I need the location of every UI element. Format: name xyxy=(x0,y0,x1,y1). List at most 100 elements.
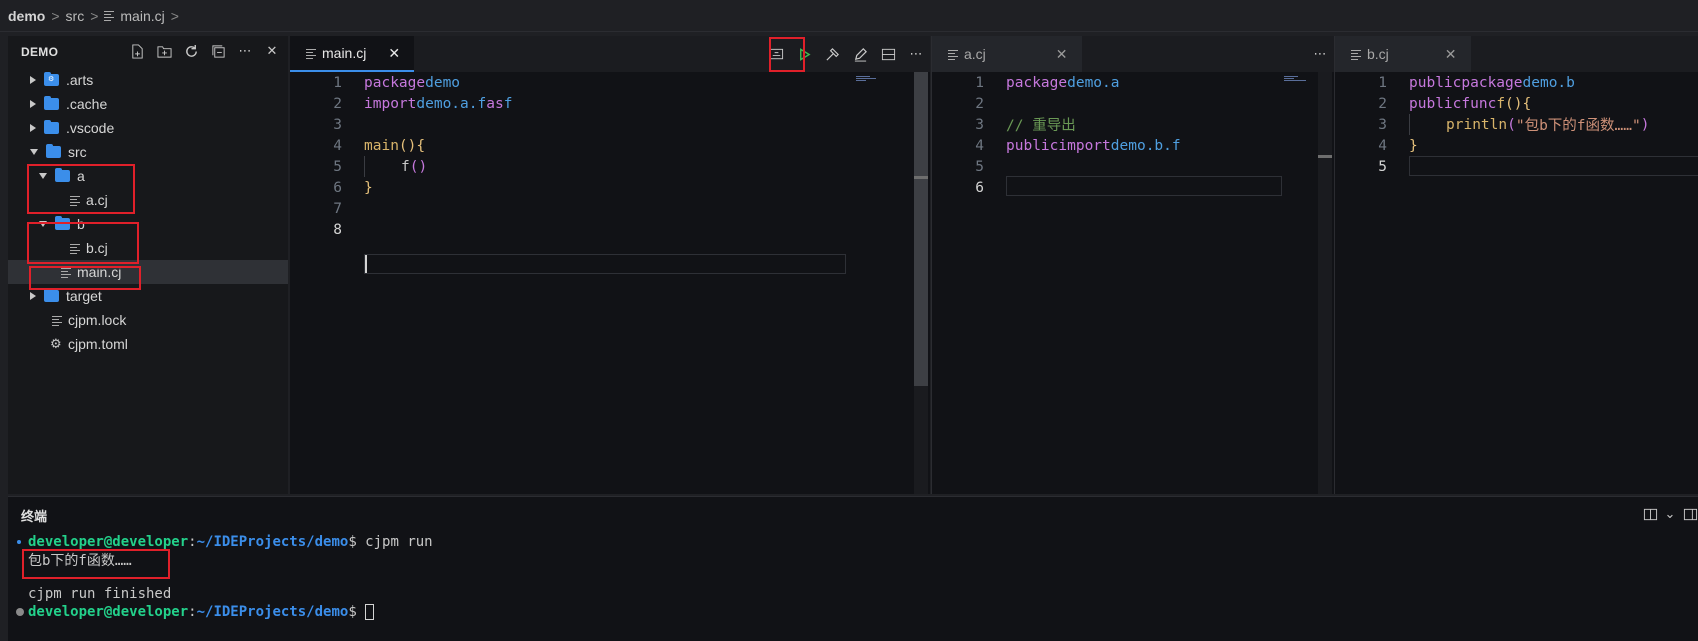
code-line[interactable]: 4 public import demo.b.f xyxy=(932,135,1180,156)
tree-item-label: b xyxy=(77,216,85,232)
tree-item-label: b.cj xyxy=(86,240,108,256)
code-line[interactable]: 5 xyxy=(932,156,1181,177)
file-icon xyxy=(1351,48,1361,60)
folder-icon xyxy=(44,288,59,302)
file-icon xyxy=(104,10,115,21)
file-icon xyxy=(52,314,62,326)
chevron-right-icon xyxy=(30,76,36,84)
code-line[interactable]: 2 import demo.a.f as f xyxy=(290,93,512,114)
chevron-right-icon: > xyxy=(51,7,60,24)
breadcrumb-file[interactable]: main.cj xyxy=(120,8,164,24)
more-icon[interactable]: ⋯ xyxy=(908,46,924,62)
tab-label: a.cj xyxy=(964,46,986,62)
layout-icon[interactable] xyxy=(1682,506,1698,522)
status-dot-icon xyxy=(16,608,24,616)
breadcrumb: demo > src > main.cj > xyxy=(0,0,1698,32)
tree-item-src[interactable]: src xyxy=(8,140,288,164)
collapse-all-icon[interactable] xyxy=(210,43,226,59)
folder-open-icon xyxy=(55,216,70,230)
code-line[interactable]: 4 main() { xyxy=(290,135,512,156)
tree-item-label: main.cj xyxy=(77,264,122,280)
tree-item-label: src xyxy=(68,144,87,160)
minimap[interactable] xyxy=(1284,76,1308,86)
file-icon xyxy=(70,194,80,206)
close-icon[interactable]: ✕ xyxy=(1056,46,1068,63)
explorer-panel: DEMO ⋯ ✕ ⚙ .arts .cache .vscode src a a.… xyxy=(8,36,288,494)
refresh-icon[interactable] xyxy=(183,43,199,59)
code-line[interactable]: 5 f() xyxy=(290,156,512,177)
code-line[interactable]: 8 xyxy=(290,219,512,240)
tab-main-cj[interactable]: main.cj ✕ xyxy=(290,36,415,72)
code-line[interactable]: 3// 重导出 xyxy=(932,114,1181,135)
tree-item-cjpm-lock[interactable]: cjpm.lock xyxy=(8,308,288,332)
close-icon[interactable]: ✕ xyxy=(264,43,280,59)
tree-item-arts[interactable]: ⚙ .arts xyxy=(8,68,288,92)
terminal-line: cjpm run finished xyxy=(28,586,172,602)
folder-icon: ⚙ xyxy=(44,72,59,86)
tree-item-b-cj[interactable]: b.cj xyxy=(8,236,288,260)
file-icon xyxy=(306,47,316,59)
editor-group-b: b.cj ✕ 1 public package demo.b 2 public fu… xyxy=(1334,36,1698,494)
tab-a-cj[interactable]: a.cj ✕ xyxy=(932,36,1082,72)
tree-item-label: .cache xyxy=(66,96,108,112)
tree-item-label: .vscode xyxy=(66,120,115,136)
code-line[interactable]: 2 xyxy=(932,93,1181,114)
code-line[interactable]: 3 println("包b下的f函数……") xyxy=(1335,114,1649,135)
edit-icon[interactable] xyxy=(852,46,868,62)
chevron-right-icon xyxy=(30,292,36,300)
terminal-title[interactable]: 终端 xyxy=(8,497,1698,533)
code-line[interactable]: 2 public func f() { xyxy=(1335,93,1649,114)
chevron-right-icon xyxy=(30,124,36,132)
more-icon[interactable]: ⋯ xyxy=(1312,46,1328,62)
scrollbar[interactable] xyxy=(1318,72,1332,494)
tree-item-target[interactable]: target xyxy=(8,284,288,308)
code-line[interactable]: 7 xyxy=(290,198,512,219)
code-line[interactable]: 1 package demo xyxy=(290,72,512,93)
terminal-line: developer@developer: ~/IDEProjects/demo $ … xyxy=(8,533,1698,551)
code-line[interactable]: 5 xyxy=(1335,156,1649,177)
code-line[interactable]: 4} xyxy=(1335,135,1649,156)
new-folder-icon[interactable] xyxy=(156,43,172,59)
code-line[interactable]: 3 xyxy=(290,114,512,135)
breadcrumb-root[interactable]: demo xyxy=(8,8,45,24)
folder-icon xyxy=(44,120,59,134)
tab-label: main.cj xyxy=(322,45,367,61)
build-icon[interactable] xyxy=(824,46,840,62)
more-icon[interactable]: ⋯ xyxy=(237,43,253,59)
chevron-down-icon xyxy=(39,221,47,227)
code-line[interactable]: 1 public package demo.b xyxy=(1335,72,1649,93)
tree-item-cjpm-toml[interactable]: ⚙ cjpm.toml xyxy=(8,332,288,356)
run-icon[interactable] xyxy=(796,46,812,62)
chevron-right-icon: > xyxy=(90,7,99,24)
open-preview-icon[interactable] xyxy=(768,46,784,62)
tree-item-vscode[interactable]: .vscode xyxy=(8,116,288,140)
tree-item-cache[interactable]: .cache xyxy=(8,92,288,116)
tree-item-main-cj[interactable]: main.cj xyxy=(8,260,288,284)
file-icon xyxy=(948,48,958,60)
current-line-highlight xyxy=(364,254,846,274)
tree-item-b[interactable]: b xyxy=(8,212,288,236)
tree-item-label: a xyxy=(77,168,85,184)
chevron-right-icon: > xyxy=(170,7,179,24)
tree-item-label: cjpm.toml xyxy=(68,336,128,352)
terminal-panel[interactable]: 终端 ⌄ developer@developer: ~/IDEProjects/d… xyxy=(8,496,1698,641)
split-terminal-icon[interactable] xyxy=(1642,506,1658,522)
editor-group-a: a.cj ✕ ⋯ 1 package demo.a 2 3// 重导出 4 publ… xyxy=(931,36,1334,494)
minimap[interactable] xyxy=(856,76,880,86)
close-icon[interactable]: ✕ xyxy=(1445,46,1457,63)
tree-item-a[interactable]: a xyxy=(8,164,288,188)
breadcrumb-folder[interactable]: src xyxy=(66,8,85,24)
tab-b-cj[interactable]: b.cj ✕ xyxy=(1335,36,1471,72)
code-line[interactable]: 6 xyxy=(932,177,1181,198)
split-editor-icon[interactable] xyxy=(880,46,896,62)
new-file-icon[interactable] xyxy=(129,43,145,59)
tree-item-a-cj[interactable]: a.cj xyxy=(8,188,288,212)
code-line[interactable]: 6} xyxy=(290,177,512,198)
close-icon[interactable]: ✕ xyxy=(388,45,400,62)
tab-label: b.cj xyxy=(1367,46,1389,62)
chevron-right-icon xyxy=(30,100,36,108)
chevron-down-icon[interactable]: ⌄ xyxy=(1665,506,1676,522)
code-line[interactable]: 1 package demo.a xyxy=(932,72,1181,93)
scrollbar[interactable] xyxy=(914,72,928,494)
